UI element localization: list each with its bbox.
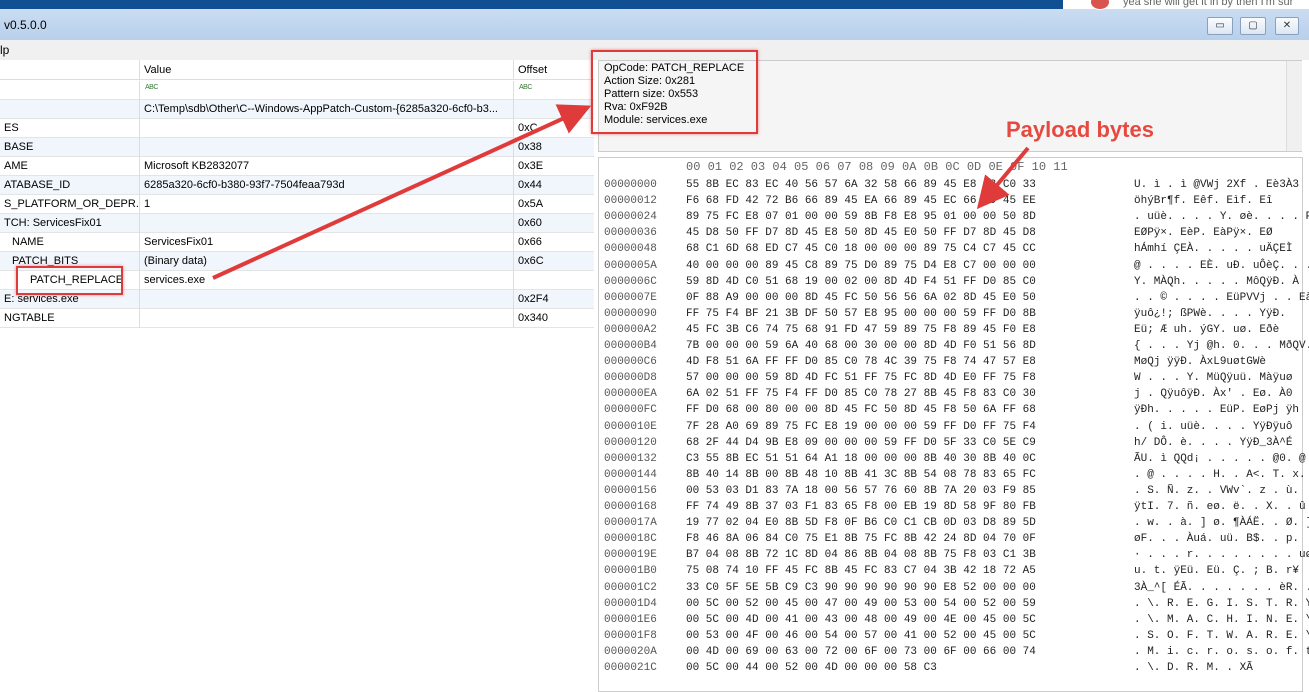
arrow-to-info: [212, 104, 592, 280]
arrow-to-payload: [976, 146, 1030, 210]
annotation-arrows: [212, 104, 1030, 280]
